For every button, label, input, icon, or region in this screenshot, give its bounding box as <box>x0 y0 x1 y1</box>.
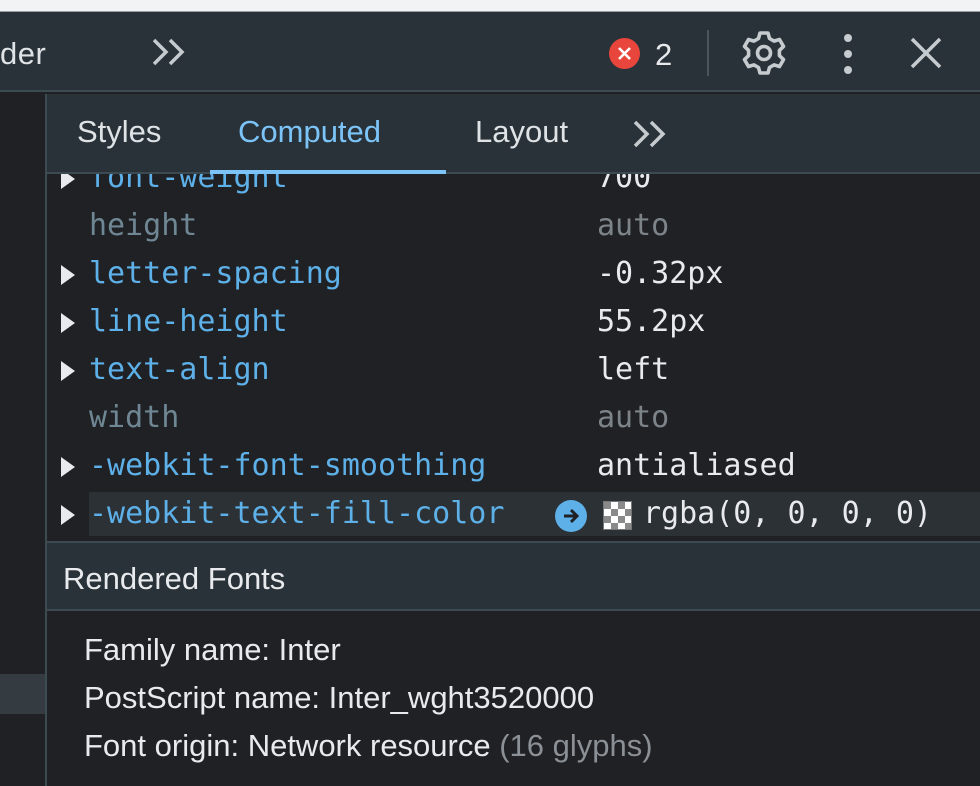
property-row[interactable]: letter-spacing -0.32px <box>47 252 980 298</box>
font-family-name: Family name: Inter <box>84 632 341 667</box>
sidebar-tabbar: Styles Computed Layout <box>47 94 980 174</box>
property-value: antialiased <box>597 448 796 483</box>
property-value: auto <box>597 208 670 243</box>
kebab-menu-icon[interactable] <box>838 32 858 76</box>
more-tabs-chevron-icon[interactable] <box>631 116 673 152</box>
error-count[interactable]: 2 <box>655 37 672 73</box>
font-origin: Font origin: Network resource (16 glyphs… <box>84 728 653 764</box>
property-value: left <box>597 352 670 387</box>
property-row[interactable]: width auto <box>47 396 980 442</box>
expand-triangle-icon[interactable] <box>61 265 75 285</box>
goto-arrow-icon[interactable] <box>555 500 587 532</box>
property-value: 700 <box>597 174 652 195</box>
property-row[interactable]: font-weight 700 <box>47 174 980 202</box>
gear-icon[interactable] <box>740 29 788 77</box>
toolbar-separator <box>707 30 709 76</box>
expand-triangle-icon[interactable] <box>61 174 75 189</box>
font-origin-label: Font origin: Network resource <box>84 728 491 763</box>
property-value: 55.2px <box>597 304 706 339</box>
window-top-strip <box>0 0 980 12</box>
tab-layout[interactable]: Layout <box>475 114 568 150</box>
expand-triangle-icon[interactable] <box>61 457 75 477</box>
error-icon[interactable] <box>609 38 640 69</box>
property-name: width <box>89 400 180 435</box>
glyph-count: (16 glyphs) <box>499 728 653 763</box>
property-name: -webkit-text-fill-color <box>89 496 505 531</box>
property-name: text-align <box>89 352 270 387</box>
property-value: auto <box>597 400 670 435</box>
property-row[interactable]: text-align left <box>47 348 980 394</box>
selected-node-row[interactable] <box>0 674 45 714</box>
property-row[interactable]: height auto <box>47 204 980 250</box>
rendered-fonts-header[interactable]: Rendered Fonts <box>47 541 980 611</box>
close-icon[interactable] <box>909 36 943 70</box>
panel-tab-partial[interactable]: der <box>0 36 46 72</box>
property-row-highlighted[interactable]: -webkit-text-fill-color rgba(0, 0, 0, 0) <box>61 492 980 536</box>
devtools-toolbar: der 2 <box>0 12 980 92</box>
property-name: letter-spacing <box>89 256 342 291</box>
computed-properties-list: font-weight 700 height auto letter-spaci… <box>47 174 980 536</box>
property-value: rgba(0, 0, 0, 0) <box>643 496 932 531</box>
expand-triangle-icon[interactable] <box>61 361 75 381</box>
tab-styles[interactable]: Styles <box>77 114 161 150</box>
expand-triangle-icon[interactable] <box>61 505 75 525</box>
expand-triangle-icon[interactable] <box>61 313 75 333</box>
color-swatch-icon[interactable] <box>603 501 632 530</box>
more-tabs-chevron-icon[interactable] <box>150 34 192 70</box>
property-name: line-height <box>89 304 288 339</box>
property-name: font-weight <box>89 174 288 195</box>
elements-pane <box>0 94 45 786</box>
font-postscript-name: PostScript name: Inter_wght3520000 <box>84 680 595 715</box>
property-row[interactable]: -webkit-font-smoothing antialiased <box>47 444 980 490</box>
property-row[interactable]: line-height 55.2px <box>47 300 980 346</box>
property-name: height <box>89 208 198 243</box>
section-title: Rendered Fonts <box>63 561 286 596</box>
tab-computed[interactable]: Computed <box>238 114 381 150</box>
sidebar-panel: Styles Computed Layout font-weight 700 h… <box>47 94 980 786</box>
property-name: -webkit-font-smoothing <box>89 448 487 483</box>
property-value: -0.32px <box>597 256 724 291</box>
